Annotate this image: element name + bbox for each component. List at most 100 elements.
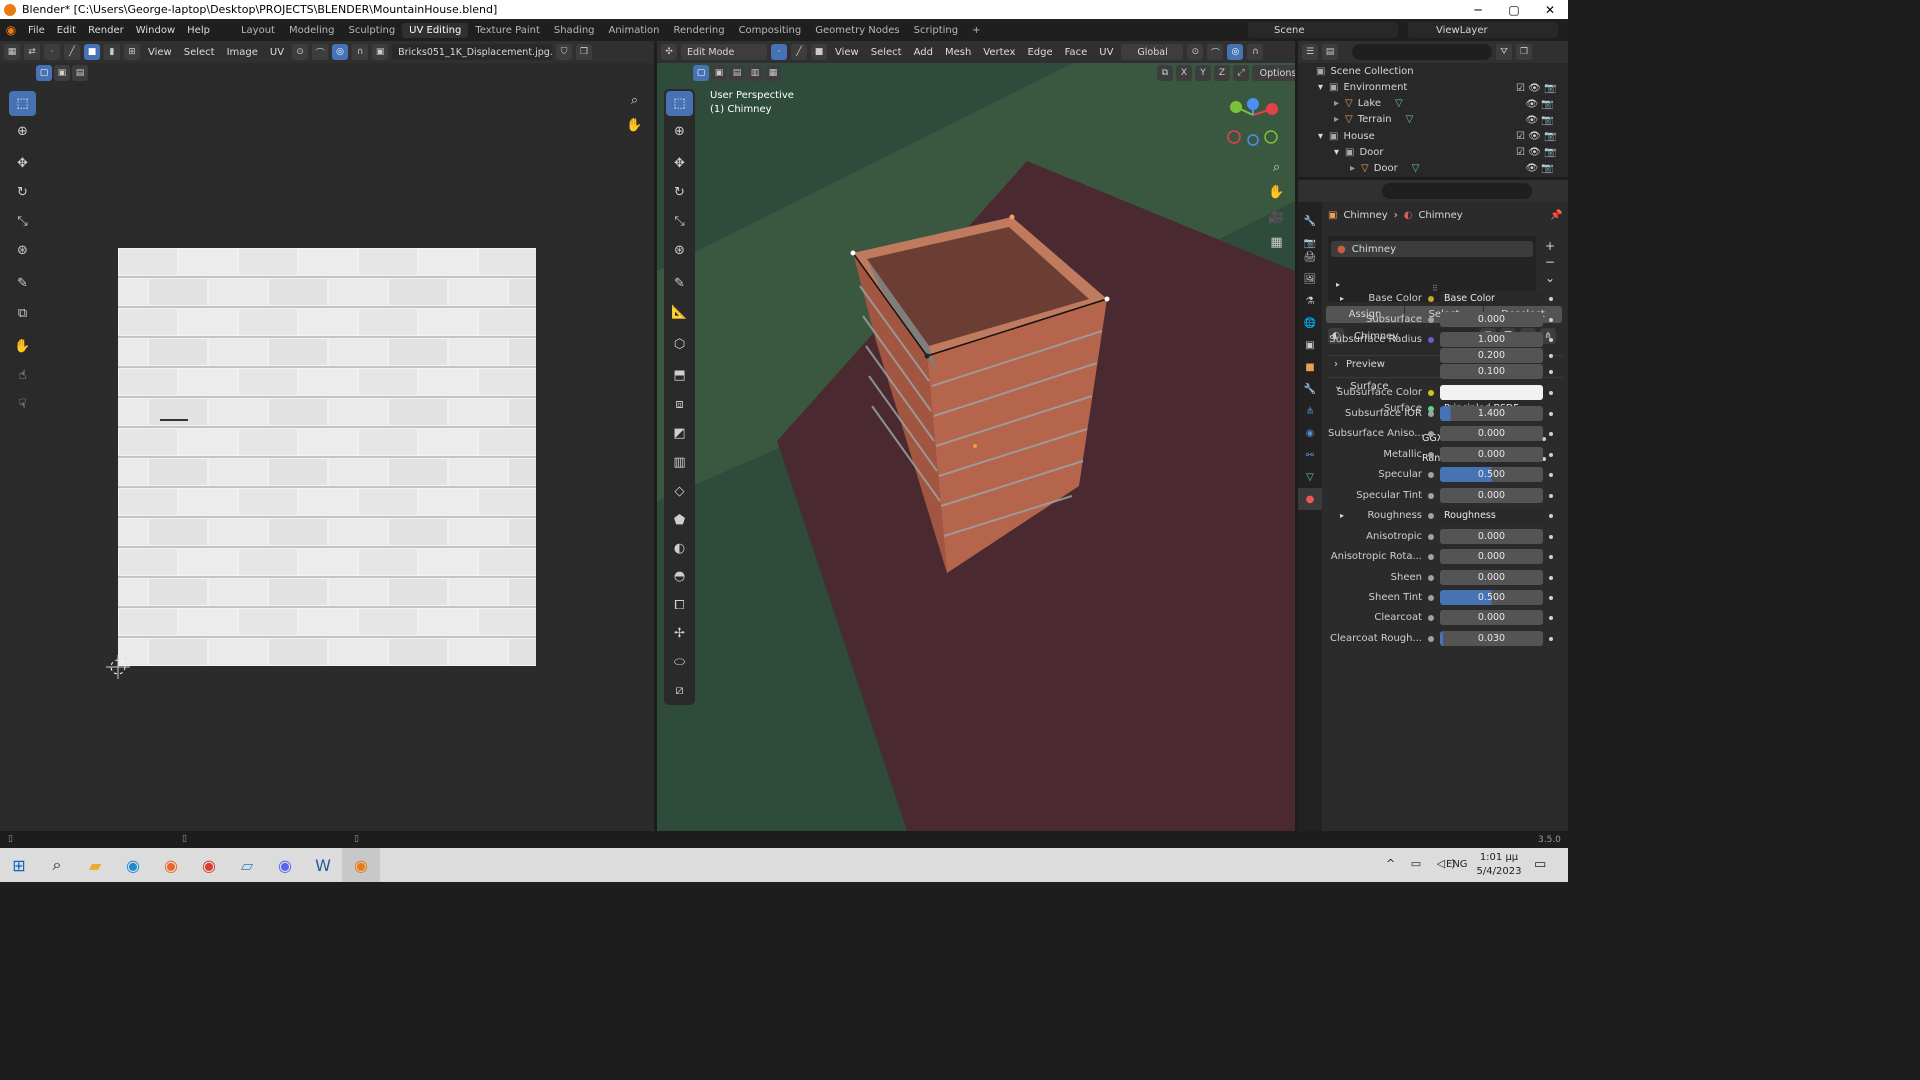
tab-uv-editing[interactable]: UV Editing (402, 22, 469, 38)
cursor-tool[interactable]: ⊕ (9, 119, 36, 144)
numeric-slider[interactable]: 0.000 (1440, 570, 1543, 585)
socket-icon[interactable] (1428, 430, 1434, 437)
vp-rotate-tool[interactable]: ↻ (666, 180, 693, 205)
relax-tool[interactable]: ☝ (9, 363, 36, 388)
proportional-edit-icon[interactable]: ◎ (332, 44, 349, 60)
tab-modeling[interactable]: Modeling (282, 23, 342, 38)
maximize-button[interactable]: ▢ (1496, 0, 1532, 19)
vp-select-new-icon[interactable]: ▢ (693, 65, 709, 81)
disclosure-icon[interactable]: ▸ (1350, 163, 1355, 174)
orientation-dropdown[interactable]: Global (1121, 44, 1184, 60)
new-image-icon[interactable]: ❐ (576, 44, 593, 60)
tab-scripting[interactable]: Scripting (907, 23, 965, 38)
output-tab-icon[interactable]: 🖨 (1298, 246, 1322, 268)
keyframe-dot-icon[interactable] (1549, 411, 1553, 416)
expand-link-icon[interactable]: ▸ (1340, 294, 1344, 303)
disclosure-icon[interactable]: ▾ (1318, 82, 1323, 93)
notifications-icon[interactable]: ▭ (1534, 857, 1546, 872)
numeric-slider[interactable]: 1.400 (1440, 406, 1543, 421)
editor-type-icon[interactable]: ▦ (4, 44, 20, 60)
close-button[interactable]: ✕ (1532, 0, 1568, 19)
ortho-toggle-icon[interactable]: ▦ (1263, 230, 1290, 255)
tab-sculpting[interactable]: Sculpting (341, 23, 402, 38)
vp-select-extend-icon[interactable]: ▣ (711, 65, 727, 81)
blender-taskbar-icon[interactable]: ◉ (342, 848, 380, 882)
modifier-tab-icon[interactable]: 🔧 (1298, 378, 1322, 400)
numeric-slider[interactable]: 0.000 (1440, 312, 1543, 327)
windows-start-icon[interactable]: ⊞ (0, 848, 38, 882)
overlay-icon[interactable]: ◎ (1227, 44, 1244, 60)
tab-texture-paint[interactable]: Texture Paint (468, 23, 547, 38)
fake-user-icon[interactable]: ⛉ (556, 44, 573, 60)
numeric-slider[interactable]: 0.500 (1440, 590, 1543, 605)
shrink-fatten-tool[interactable]: ✢ (666, 621, 693, 646)
axis-z-button[interactable]: Z (1214, 65, 1230, 81)
knife-tool[interactable]: ◇ (666, 479, 693, 504)
numeric-slider[interactable]: 0.000 (1440, 426, 1543, 441)
color-swatch[interactable] (1440, 385, 1543, 400)
socket-icon[interactable] (1428, 635, 1434, 642)
rip-region-tool[interactable]: ⧉ (9, 301, 36, 326)
minimize-button[interactable]: ─ (1460, 0, 1496, 19)
linked-input-field[interactable]: Base Color (1440, 291, 1543, 306)
pinch-tool[interactable]: ☟ (9, 392, 36, 417)
numeric-slider[interactable]: 0.100 (1440, 364, 1543, 379)
disclosure-icon[interactable]: ▾ (1318, 131, 1323, 142)
keyframe-dot-icon[interactable] (1549, 513, 1553, 518)
uv-menu-view[interactable]: View (144, 47, 176, 58)
mirror-icon[interactable]: ⧉ (1157, 65, 1173, 81)
linked-input-field[interactable]: Roughness (1440, 508, 1543, 523)
material-tab-icon[interactable]: ● (1298, 488, 1322, 510)
new-collection-icon[interactable]: ❐ (1516, 44, 1532, 60)
menu-file[interactable]: File (22, 25, 51, 36)
file-explorer-icon[interactable]: ▰ (76, 848, 114, 882)
pin-icon[interactable]: 📌 (1550, 210, 1562, 221)
numeric-slider[interactable]: 0.500 (1440, 467, 1543, 482)
keyframe-dot-icon[interactable] (1549, 353, 1553, 358)
add-workspace-button[interactable]: + (965, 23, 987, 38)
rotate-tool[interactable]: ↻ (9, 180, 36, 205)
keyframe-dot-icon[interactable] (1549, 534, 1553, 539)
face-mode-icon[interactable]: ■ (811, 44, 827, 60)
edge-browser-icon[interactable]: ◉ (114, 848, 152, 882)
tab-animation[interactable]: Animation (602, 23, 667, 38)
edge-slide-tool[interactable]: ⧠ (666, 593, 693, 618)
vp-select-subtract-icon[interactable]: ▤ (729, 65, 745, 81)
vp-scale-tool[interactable]: ⤡ (666, 209, 693, 234)
snapping-icon[interactable]: ⌒ (1207, 44, 1224, 60)
notepad-icon[interactable]: ▱ (228, 848, 266, 882)
vp-menu-add[interactable]: Add (910, 47, 937, 58)
edge-select-icon[interactable]: ╱ (64, 44, 80, 60)
socket-icon[interactable] (1428, 553, 1434, 560)
outliner-type-icon[interactable]: ☰ (1302, 44, 1318, 60)
axis-x-button[interactable]: X (1176, 65, 1192, 81)
socket-icon[interactable] (1428, 316, 1434, 323)
image-browse-icon[interactable]: ▣ (372, 44, 389, 60)
keyframe-dot-icon[interactable] (1549, 431, 1553, 436)
navigation-gizmo[interactable] (1225, 95, 1285, 151)
numeric-slider[interactable]: 0.000 (1440, 447, 1543, 462)
image-name-field[interactable]: Bricks051_1K_Displacement.jpg.001 (392, 44, 553, 60)
shear-tool[interactable]: ⬭ (666, 650, 693, 675)
view-layer-tab-icon[interactable]: 🖼 (1298, 268, 1322, 290)
display-mode-icon[interactable]: ▤ (1322, 44, 1338, 60)
options-dropdown[interactable]: Options (1252, 65, 1295, 81)
select-extend-icon[interactable]: ▣ (54, 65, 70, 81)
house-toggles[interactable]: ☑ 👁 📷 (1516, 129, 1564, 145)
slot-expand-icon[interactable]: ▸ (1336, 280, 1340, 289)
keyframe-dot-icon[interactable] (1549, 554, 1553, 559)
sticky-mode-icon[interactable]: ⊞ (124, 44, 140, 60)
menu-render[interactable]: Render (82, 25, 130, 36)
numeric-slider[interactable]: 0.000 (1440, 610, 1543, 625)
scale-tool[interactable]: ⤡ (9, 209, 36, 234)
axis-y-button[interactable]: Y (1195, 65, 1211, 81)
vp-pan-icon[interactable]: ✋ (1263, 180, 1290, 205)
falloff-icon[interactable]: ∩ (352, 44, 369, 60)
extrude-tool[interactable]: ⬒ (666, 363, 693, 388)
vertex-select-icon[interactable]: · (44, 44, 60, 60)
vp-menu-view[interactable]: View (831, 47, 863, 58)
tab-shading[interactable]: Shading (547, 23, 602, 38)
socket-icon[interactable] (1428, 492, 1434, 499)
clock[interactable]: 1:01 μμ 5/4/2023 (1476, 851, 1522, 879)
menu-help[interactable]: Help (181, 25, 216, 36)
